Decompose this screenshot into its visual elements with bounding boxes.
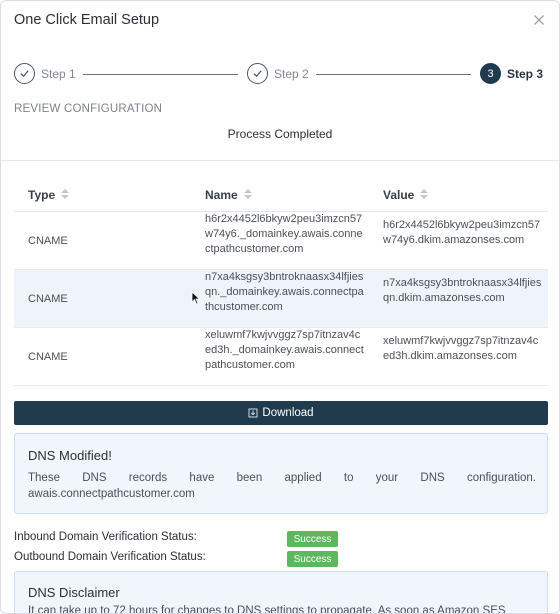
cell-name: n7xa4ksgsy3bntroknaasx34lfjiesqn._domain…: [205, 271, 364, 313]
table-header: Type Name Value: [14, 178, 548, 212]
disclaimer-title: DNS Disclaimer: [28, 585, 120, 600]
column-header-label: Name: [205, 188, 238, 202]
step-connector: [83, 74, 238, 75]
inbound-status-label: Inbound Domain Verification Status:: [14, 531, 197, 543]
download-icon: [248, 408, 258, 418]
step-2-label: Step 2: [274, 67, 309, 81]
column-header-name[interactable]: Name: [205, 188, 252, 202]
cell-name: xeluwmf7kwjvvggz7sp7itnzav4ced3h._domain…: [205, 329, 364, 371]
step-3-label: Step 3: [507, 67, 544, 81]
download-label: Download: [262, 407, 314, 419]
dns-modified-alert: DNS Modified! These DNS records have bee…: [14, 433, 548, 514]
alert-title: DNS Modified!: [28, 448, 112, 463]
step-2-check-icon: [247, 63, 268, 84]
table-row: CNAME h6r2x4452l6bkyw2peu3imzcn57w74y6._…: [14, 212, 548, 270]
cell-type: CNAME: [28, 293, 68, 305]
table-row: CNAME n7xa4ksgsy3bntroknaasx34lfjiesqn._…: [14, 270, 548, 328]
step-1-check-icon: [14, 63, 35, 84]
close-icon[interactable]: [531, 12, 547, 28]
sort-icon[interactable]: [420, 189, 429, 201]
dns-records-table: Type Name Value CNAME h6r2x4452l6bkyw2pe…: [14, 178, 548, 386]
disclaimer-body: It can take up to 72 hours for changes t…: [28, 605, 506, 614]
email-setup-dialog: One Click Email Setup Step 1 Step 2 3 St…: [0, 0, 560, 614]
cell-value: h6r2x4452l6bkyw2peu3imzcn57w74y6.dkim.am…: [383, 219, 541, 246]
column-header-label: Type: [28, 188, 56, 202]
cell-name: h6r2x4452l6bkyw2peu3imzcn57w74y6._domain…: [205, 213, 363, 255]
step-1-label: Step 1: [41, 67, 76, 81]
outbound-status-label: Outbound Domain Verification Status:: [14, 551, 206, 563]
sort-icon[interactable]: [61, 189, 70, 201]
download-button[interactable]: Download: [14, 401, 548, 425]
column-header-value[interactable]: Value: [383, 188, 429, 202]
outbound-status-badge: Success: [287, 551, 338, 567]
dialog-title: One Click Email Setup: [14, 12, 160, 28]
divider: [1, 160, 559, 161]
inbound-status-badge: Success: [287, 531, 338, 547]
cell-type: CNAME: [28, 351, 68, 363]
dialog-header: One Click Email Setup: [1, 1, 559, 41]
process-status: Process Completed: [227, 127, 333, 141]
sort-icon[interactable]: [243, 189, 252, 201]
column-header-type[interactable]: Type: [28, 188, 70, 202]
dns-disclaimer: DNS Disclaimer It can take up to 72 hour…: [14, 571, 548, 614]
step-3-number-text: 3: [487, 67, 494, 80]
cell-value: xeluwmf7kwjvvggz7sp7itnzav4ced3h.dkim.am…: [383, 335, 539, 362]
step-connector: [316, 74, 471, 75]
column-header-label: Value: [383, 188, 415, 202]
review-heading: REVIEW CONFIGURATION: [14, 103, 163, 115]
mouse-cursor-icon: [191, 291, 201, 305]
step-3-number: 3: [480, 63, 501, 84]
cell-value: n7xa4ksgsy3bntroknaasx34lfjiesqn.dkim.am…: [383, 277, 542, 304]
cell-type: CNAME: [28, 235, 68, 247]
alert-body: These DNS records have been applied to y…: [28, 472, 536, 484]
alert-domain: awais.connectpathcustomer.com: [28, 488, 195, 500]
table-row: CNAME xeluwmf7kwjvvggz7sp7itnzav4ced3h._…: [14, 328, 548, 386]
